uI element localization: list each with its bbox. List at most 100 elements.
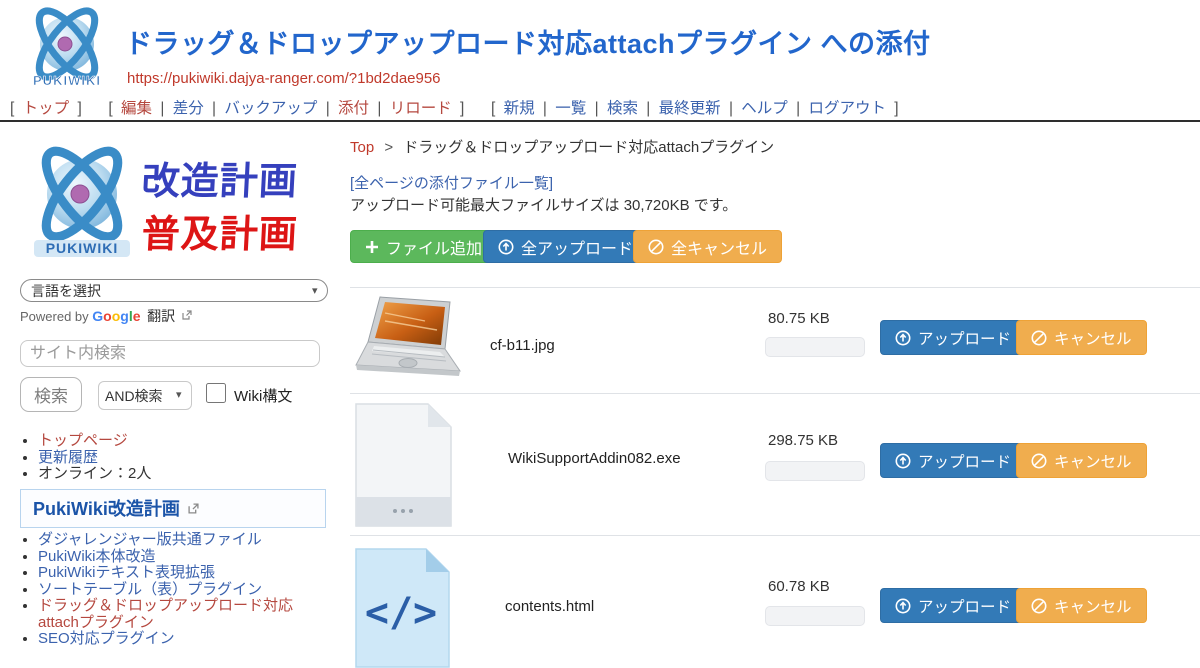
- upload-circle-icon: [895, 330, 911, 346]
- upload-progress-bar: [765, 461, 865, 481]
- pukiwiki-logo: PUKIWIKI: [16, 4, 118, 92]
- page-url[interactable]: https://pukiwiki.dajya-ranger.com/?1bd2d…: [127, 70, 441, 87]
- list-item: PukiWikiテキスト表現拡張: [38, 565, 332, 582]
- powered-by-google: Powered by Google 翻訳: [20, 306, 192, 326]
- list-item: ドラッグ＆ドロップアップロード対応attachプラグイン: [38, 598, 332, 631]
- list-item: SEO対応プラグイン: [38, 631, 332, 648]
- site-search-input[interactable]: [20, 340, 320, 367]
- cancel-button[interactable]: キャンセル: [1016, 588, 1147, 623]
- row-divider: [350, 535, 1200, 536]
- sidebar-link-dnd-attach[interactable]: ドラッグ＆ドロップアップロード対応attachプラグイン: [38, 597, 293, 631]
- svg-text:</>: </>: [365, 590, 437, 636]
- cancel-all-button[interactable]: 全キャンセル: [633, 230, 782, 263]
- external-link-icon: [188, 503, 199, 514]
- bracket: ]: [894, 100, 898, 117]
- external-link-icon: [182, 310, 192, 320]
- sidebar-link-history[interactable]: 更新履歴: [38, 449, 98, 466]
- nav-link-reload[interactable]: リロード: [390, 100, 452, 117]
- nav-link-help[interactable]: ヘルプ: [741, 100, 788, 117]
- cancel-button[interactable]: キャンセル: [1016, 443, 1147, 478]
- sidebar-link-text-ext[interactable]: PukiWikiテキスト表現拡張: [38, 564, 215, 581]
- code-file-icon: </>: [355, 548, 450, 668]
- upload-progress-bar: [765, 337, 865, 357]
- file-name: contents.html: [505, 598, 594, 615]
- upload-circle-icon: [895, 453, 911, 469]
- bracket: [: [10, 100, 14, 117]
- upload-button[interactable]: アップロード: [880, 588, 1026, 623]
- file-row: </> contents.html 60.78 KB アップロード キャンセル: [350, 537, 1200, 630]
- top-navbar: [ トップ ] [ 編集 | 差分 | バックアップ | 添付 | リロード ]…: [8, 96, 901, 118]
- file-row: WikiSupportAddin082.exe 298.75 KB アップロード…: [350, 394, 1200, 535]
- bracket: ]: [460, 100, 464, 117]
- laptop-photo-thumbnail: [352, 295, 464, 385]
- page-title: ドラッグ＆ドロップアップロード対応attachプラグイン への添付: [125, 22, 931, 61]
- list-item: 更新履歴: [38, 450, 332, 467]
- upload-circle-icon: [498, 239, 514, 255]
- max-upload-size-text: アップロード可能最大ファイルサイズは 30,720KB です。: [350, 194, 737, 215]
- nav-link-search[interactable]: 検索: [607, 100, 638, 117]
- ban-icon: [1031, 453, 1047, 469]
- breadcrumb: Top > ドラッグ＆ドロップアップロード対応attachプラグイン: [350, 136, 774, 157]
- sidebar-list-plugins: ダジャレンジャー版共通ファイル PukiWiki本体改造 PukiWikiテキス…: [20, 532, 332, 648]
- nav-link-diff[interactable]: 差分: [173, 100, 204, 117]
- nav-link-top[interactable]: トップ: [23, 100, 70, 117]
- sidebar-logo-line1: 改造計画: [141, 150, 300, 205]
- sidebar-heading[interactable]: PukiWiki改造計画: [20, 489, 326, 528]
- sidebar-list-top: トップページ 更新履歴 オンライン：2人: [20, 433, 332, 483]
- upload-all-button[interactable]: 全アップロード: [483, 230, 648, 263]
- file-row: cf-b11.jpg 80.75 KB アップロード キャンセル: [350, 288, 1200, 393]
- add-files-button[interactable]: ファイル追加: [350, 230, 497, 263]
- sidebar-link-common-files[interactable]: ダジャレンジャー版共通ファイル: [38, 531, 262, 548]
- language-select[interactable]: 言語を選択: [20, 279, 328, 302]
- upload-button[interactable]: アップロード: [880, 320, 1026, 355]
- wiki-syntax-label: Wiki構文: [234, 385, 292, 406]
- translate-link[interactable]: 翻訳: [147, 308, 175, 324]
- all-attachments-link[interactable]: [全ページの添付ファイル一覧]: [350, 172, 553, 193]
- file-name: cf-b11.jpg: [490, 337, 555, 354]
- nav-link-attach[interactable]: 添付: [338, 100, 369, 117]
- ban-icon: [1031, 598, 1047, 614]
- upload-progress-bar: [765, 606, 865, 626]
- sidebar-logo-line2: 普及計画: [141, 203, 300, 258]
- cancel-button[interactable]: キャンセル: [1016, 320, 1147, 355]
- list-item: ダジャレンジャー版共通ファイル: [38, 532, 332, 549]
- sidebar-link-toppage[interactable]: トップページ: [38, 432, 128, 449]
- list-item: PukiWiki本体改造: [38, 549, 332, 566]
- nav-link-list[interactable]: 一覧: [555, 100, 586, 117]
- bracket: [: [491, 100, 495, 117]
- nav-link-new[interactable]: 新規: [504, 100, 535, 117]
- list-item: トップページ: [38, 433, 332, 450]
- breadcrumb-top-link[interactable]: Top: [350, 139, 374, 156]
- sidebar-link-core-mod[interactable]: PukiWiki本体改造: [38, 548, 156, 565]
- sidebar-brand-text: PUKIWIKI: [46, 240, 119, 256]
- breadcrumb-current: ドラッグ＆ドロップアップロード対応attachプラグイン: [403, 139, 774, 156]
- search-button[interactable]: 検索: [20, 377, 82, 412]
- list-item: ソートテーブル（表）プラグイン: [38, 582, 332, 599]
- wiki-syntax-checkbox[interactable]: [206, 383, 226, 403]
- file-size: 298.75 KB: [768, 432, 838, 449]
- sidebar-link-sort-table[interactable]: ソートテーブル（表）プラグイン: [38, 581, 262, 598]
- bracket: ]: [77, 100, 81, 117]
- file-size: 80.75 KB: [768, 310, 830, 327]
- plus-icon: [365, 240, 379, 254]
- online-count: オンライン：2人: [38, 465, 151, 482]
- list-item: オンライン：2人: [38, 466, 332, 483]
- breadcrumb-separator: >: [384, 139, 393, 156]
- nav-link-logout[interactable]: ログアウト: [808, 100, 886, 117]
- sidebar-logo[interactable]: PUKIWIKI: [20, 142, 142, 260]
- navbar-divider: [0, 120, 1200, 122]
- upload-button[interactable]: アップロード: [880, 443, 1026, 478]
- search-mode-select[interactable]: AND検索: [98, 381, 192, 410]
- nav-link-edit[interactable]: 編集: [121, 100, 152, 117]
- pukiwiki-attach-page: { "header": { "title": "ドラッグ＆ドロップアップロード対…: [0, 0, 1200, 630]
- file-name: WikiSupportAddin082.exe: [508, 450, 681, 467]
- upload-circle-icon: [895, 598, 911, 614]
- pukiwiki-brand-text: PUKIWIKI: [33, 73, 101, 88]
- sidebar-link-seo-plugin[interactable]: SEO対応プラグイン: [38, 630, 175, 647]
- bracket: [: [108, 100, 112, 117]
- ban-icon: [648, 239, 664, 255]
- nav-link-recent[interactable]: 最終更新: [659, 100, 721, 117]
- file-size: 60.78 KB: [768, 578, 830, 595]
- nav-link-backup[interactable]: バックアップ: [224, 100, 317, 117]
- ban-icon: [1031, 330, 1047, 346]
